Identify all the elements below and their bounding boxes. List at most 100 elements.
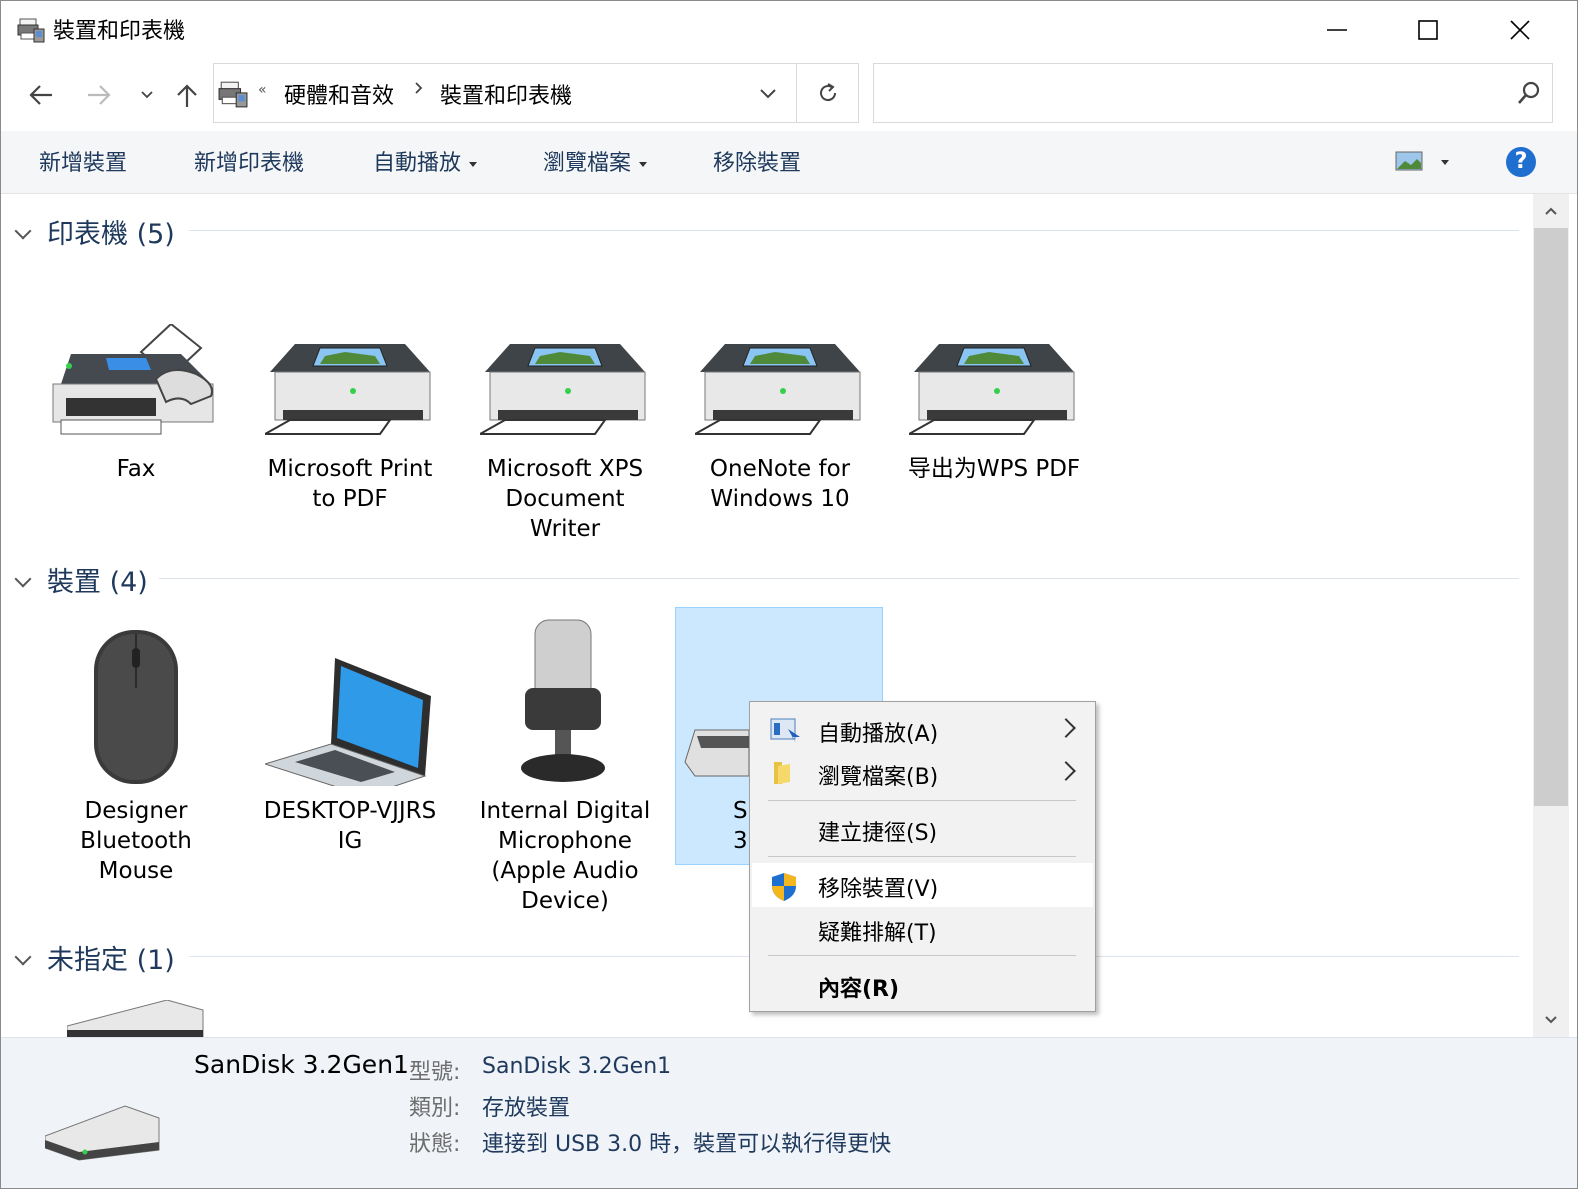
change-view-button[interactable] bbox=[1395, 151, 1455, 177]
microphone-icon bbox=[460, 619, 670, 786]
menu-item-properties[interactable]: 內容(R) bbox=[752, 963, 1093, 1007]
scroll-down-button[interactable] bbox=[1533, 1003, 1569, 1037]
chevron-down-icon bbox=[14, 948, 32, 966]
printer-item-fax[interactable]: Fax bbox=[31, 294, 241, 484]
minimize-button[interactable] bbox=[1291, 1, 1383, 59]
chevron-right-icon bbox=[1056, 718, 1076, 738]
chevron-down-icon bbox=[14, 570, 32, 588]
printer-icon bbox=[889, 294, 1099, 444]
chevron-down-icon bbox=[14, 222, 32, 240]
device-label: Microsoft XPS Document Writer bbox=[486, 456, 644, 542]
menu-item-remove-device[interactable]: 移除裝置(V) bbox=[752, 863, 1093, 907]
refresh-icon bbox=[820, 83, 837, 102]
browse-files-label: 瀏覽檔案 bbox=[543, 151, 632, 176]
usb-drive-icon bbox=[44, 1102, 161, 1166]
breadcrumb-separator-icon[interactable] bbox=[414, 80, 424, 101]
window-title: 裝置和印表機 bbox=[53, 19, 186, 44]
arrow-up-icon bbox=[177, 84, 197, 107]
device-item-unspecified[interactable] bbox=[66, 999, 207, 1037]
group-header-printers[interactable]: 印表機 (5) bbox=[14, 212, 175, 251]
model-value: SanDisk 3.2Gen1 bbox=[482, 1054, 672, 1079]
chevron-down-icon bbox=[1545, 1016, 1557, 1024]
drive-icon bbox=[66, 999, 204, 1037]
printer-item-microsoft-xps-document-writer[interactable]: Microsoft XPS Document Writer bbox=[460, 294, 670, 544]
search-icon[interactable] bbox=[1516, 80, 1542, 110]
details-pane: SanDisk 3.2Gen1 型號: SanDisk 3.2Gen1 類別: … bbox=[1, 1037, 1577, 1188]
autoplay-label: 自動播放 bbox=[373, 151, 462, 176]
group-title: 裝置 (4) bbox=[47, 567, 148, 598]
menu-item-troubleshoot[interactable]: 疑難排解(T) bbox=[752, 907, 1093, 951]
autoplay-icon bbox=[770, 717, 800, 747]
menu-separator bbox=[768, 800, 1076, 801]
device-label: OneNote for Windows 10 bbox=[709, 456, 851, 512]
context-menu: 自動播放(A) 瀏覽檔案(B) 建立捷徑(S) 移除裝置(V) 疑難排解(T) … bbox=[749, 701, 1096, 1012]
printer-icon bbox=[245, 294, 455, 444]
help-button[interactable]: ? bbox=[1506, 147, 1536, 177]
menu-separator bbox=[768, 955, 1076, 956]
refresh-button[interactable] bbox=[796, 64, 859, 122]
navigation-bar: « 硬體和音效 裝置和印表機 bbox=[1, 59, 1577, 131]
browse-files-menu-button[interactable]: 瀏覽檔案 bbox=[543, 145, 648, 177]
caret-down-icon bbox=[469, 161, 478, 167]
forward-button[interactable] bbox=[81, 77, 117, 113]
up-button[interactable] bbox=[169, 77, 205, 113]
category-label: 類別: bbox=[409, 1096, 461, 1121]
menu-item-browse-files[interactable]: 瀏覽檔案(B) bbox=[752, 751, 1093, 795]
device-item-internal-digital-microphone[interactable]: Internal Digital Microphone (Apple Audio… bbox=[460, 619, 670, 916]
printer-item-onenote-for-windows-10[interactable]: OneNote for Windows 10 bbox=[675, 294, 885, 514]
printer-item-wps-pdf[interactable]: 导出为WPS PDF bbox=[889, 294, 1099, 484]
add-printer-button[interactable]: 新增印表機 bbox=[194, 145, 304, 177]
add-device-button[interactable]: 新增裝置 bbox=[39, 145, 127, 177]
category-value: 存放裝置 bbox=[482, 1096, 571, 1121]
menu-item-create-shortcut[interactable]: 建立捷徑(S) bbox=[752, 807, 1093, 851]
device-label: Internal Digital Microphone (Apple Audio… bbox=[479, 798, 651, 914]
laptop-icon bbox=[245, 626, 455, 786]
title-bar: 裝置和印表機 bbox=[1, 1, 1577, 59]
scrollbar-thumb[interactable] bbox=[1534, 228, 1568, 806]
printer-icon bbox=[460, 294, 670, 444]
remove-device-button[interactable]: 移除裝置 bbox=[713, 145, 801, 177]
group-header-unspecified[interactable]: 未指定 (1) bbox=[14, 938, 175, 977]
group-title: 未指定 (1) bbox=[47, 945, 175, 976]
search-input[interactable] bbox=[882, 76, 1486, 110]
devices-printers-icon bbox=[218, 80, 248, 112]
group-header-devices[interactable]: 裝置 (4) bbox=[14, 560, 148, 599]
view-picture-icon bbox=[1395, 151, 1449, 171]
arrow-right-icon bbox=[88, 85, 111, 105]
search-box[interactable] bbox=[873, 63, 1553, 123]
close-button[interactable] bbox=[1474, 1, 1566, 59]
autoplay-menu-button[interactable]: 自動播放 bbox=[373, 145, 478, 177]
breadcrumb-overflow[interactable]: « bbox=[258, 82, 267, 98]
maximize-icon bbox=[1418, 20, 1438, 40]
arrow-left-icon bbox=[29, 85, 52, 105]
device-item-designer-bluetooth-mouse[interactable]: Designer Bluetooth Mouse bbox=[31, 626, 241, 886]
scroll-up-button[interactable] bbox=[1533, 194, 1569, 228]
device-label: 导出为WPS PDF bbox=[907, 456, 1081, 482]
window: 裝置和印表機 « 硬體和音效 裝置和印表機 新增裝置 新增印表機 自動播放 瀏覽… bbox=[0, 0, 1578, 1189]
address-dropdown-button[interactable] bbox=[750, 78, 786, 110]
chevron-down-icon bbox=[760, 89, 776, 99]
device-item-desktop-vjjrsig[interactable]: DESKTOP-VJJRS IG bbox=[245, 626, 455, 856]
chevron-right-icon bbox=[1056, 761, 1076, 781]
recent-locations-button[interactable] bbox=[129, 77, 165, 113]
vertical-scrollbar[interactable] bbox=[1533, 194, 1569, 1037]
address-bar[interactable]: « 硬體和音效 裝置和印表機 bbox=[213, 63, 859, 123]
device-label: Fax bbox=[116, 456, 156, 482]
chevron-down-icon bbox=[141, 91, 153, 99]
back-button[interactable] bbox=[23, 77, 59, 113]
device-name: SanDisk 3.2Gen1 bbox=[194, 1050, 409, 1079]
close-icon bbox=[1510, 20, 1530, 40]
uac-shield-icon bbox=[770, 872, 798, 906]
maximize-button[interactable] bbox=[1382, 1, 1474, 59]
devices-printers-icon bbox=[17, 17, 45, 47]
command-bar: 新增裝置 新增印表機 自動播放 瀏覽檔案 移除裝置 ? bbox=[1, 131, 1577, 194]
printer-item-microsoft-print-to-pdf[interactable]: Microsoft Print to PDF bbox=[245, 294, 455, 514]
divider bbox=[159, 578, 1519, 579]
status-value: 連接到 USB 3.0 時，裝置可以執行得更快 bbox=[482, 1132, 892, 1157]
folder-icon bbox=[770, 760, 796, 790]
status-label: 狀態: bbox=[409, 1132, 461, 1157]
group-title: 印表機 (5) bbox=[47, 219, 175, 250]
menu-item-autoplay[interactable]: 自動播放(A) bbox=[752, 708, 1093, 752]
breadcrumb-item-hardware-sound[interactable]: 硬體和音效 bbox=[284, 78, 394, 110]
breadcrumb-item-devices-printers[interactable]: 裝置和印表機 bbox=[440, 78, 572, 110]
